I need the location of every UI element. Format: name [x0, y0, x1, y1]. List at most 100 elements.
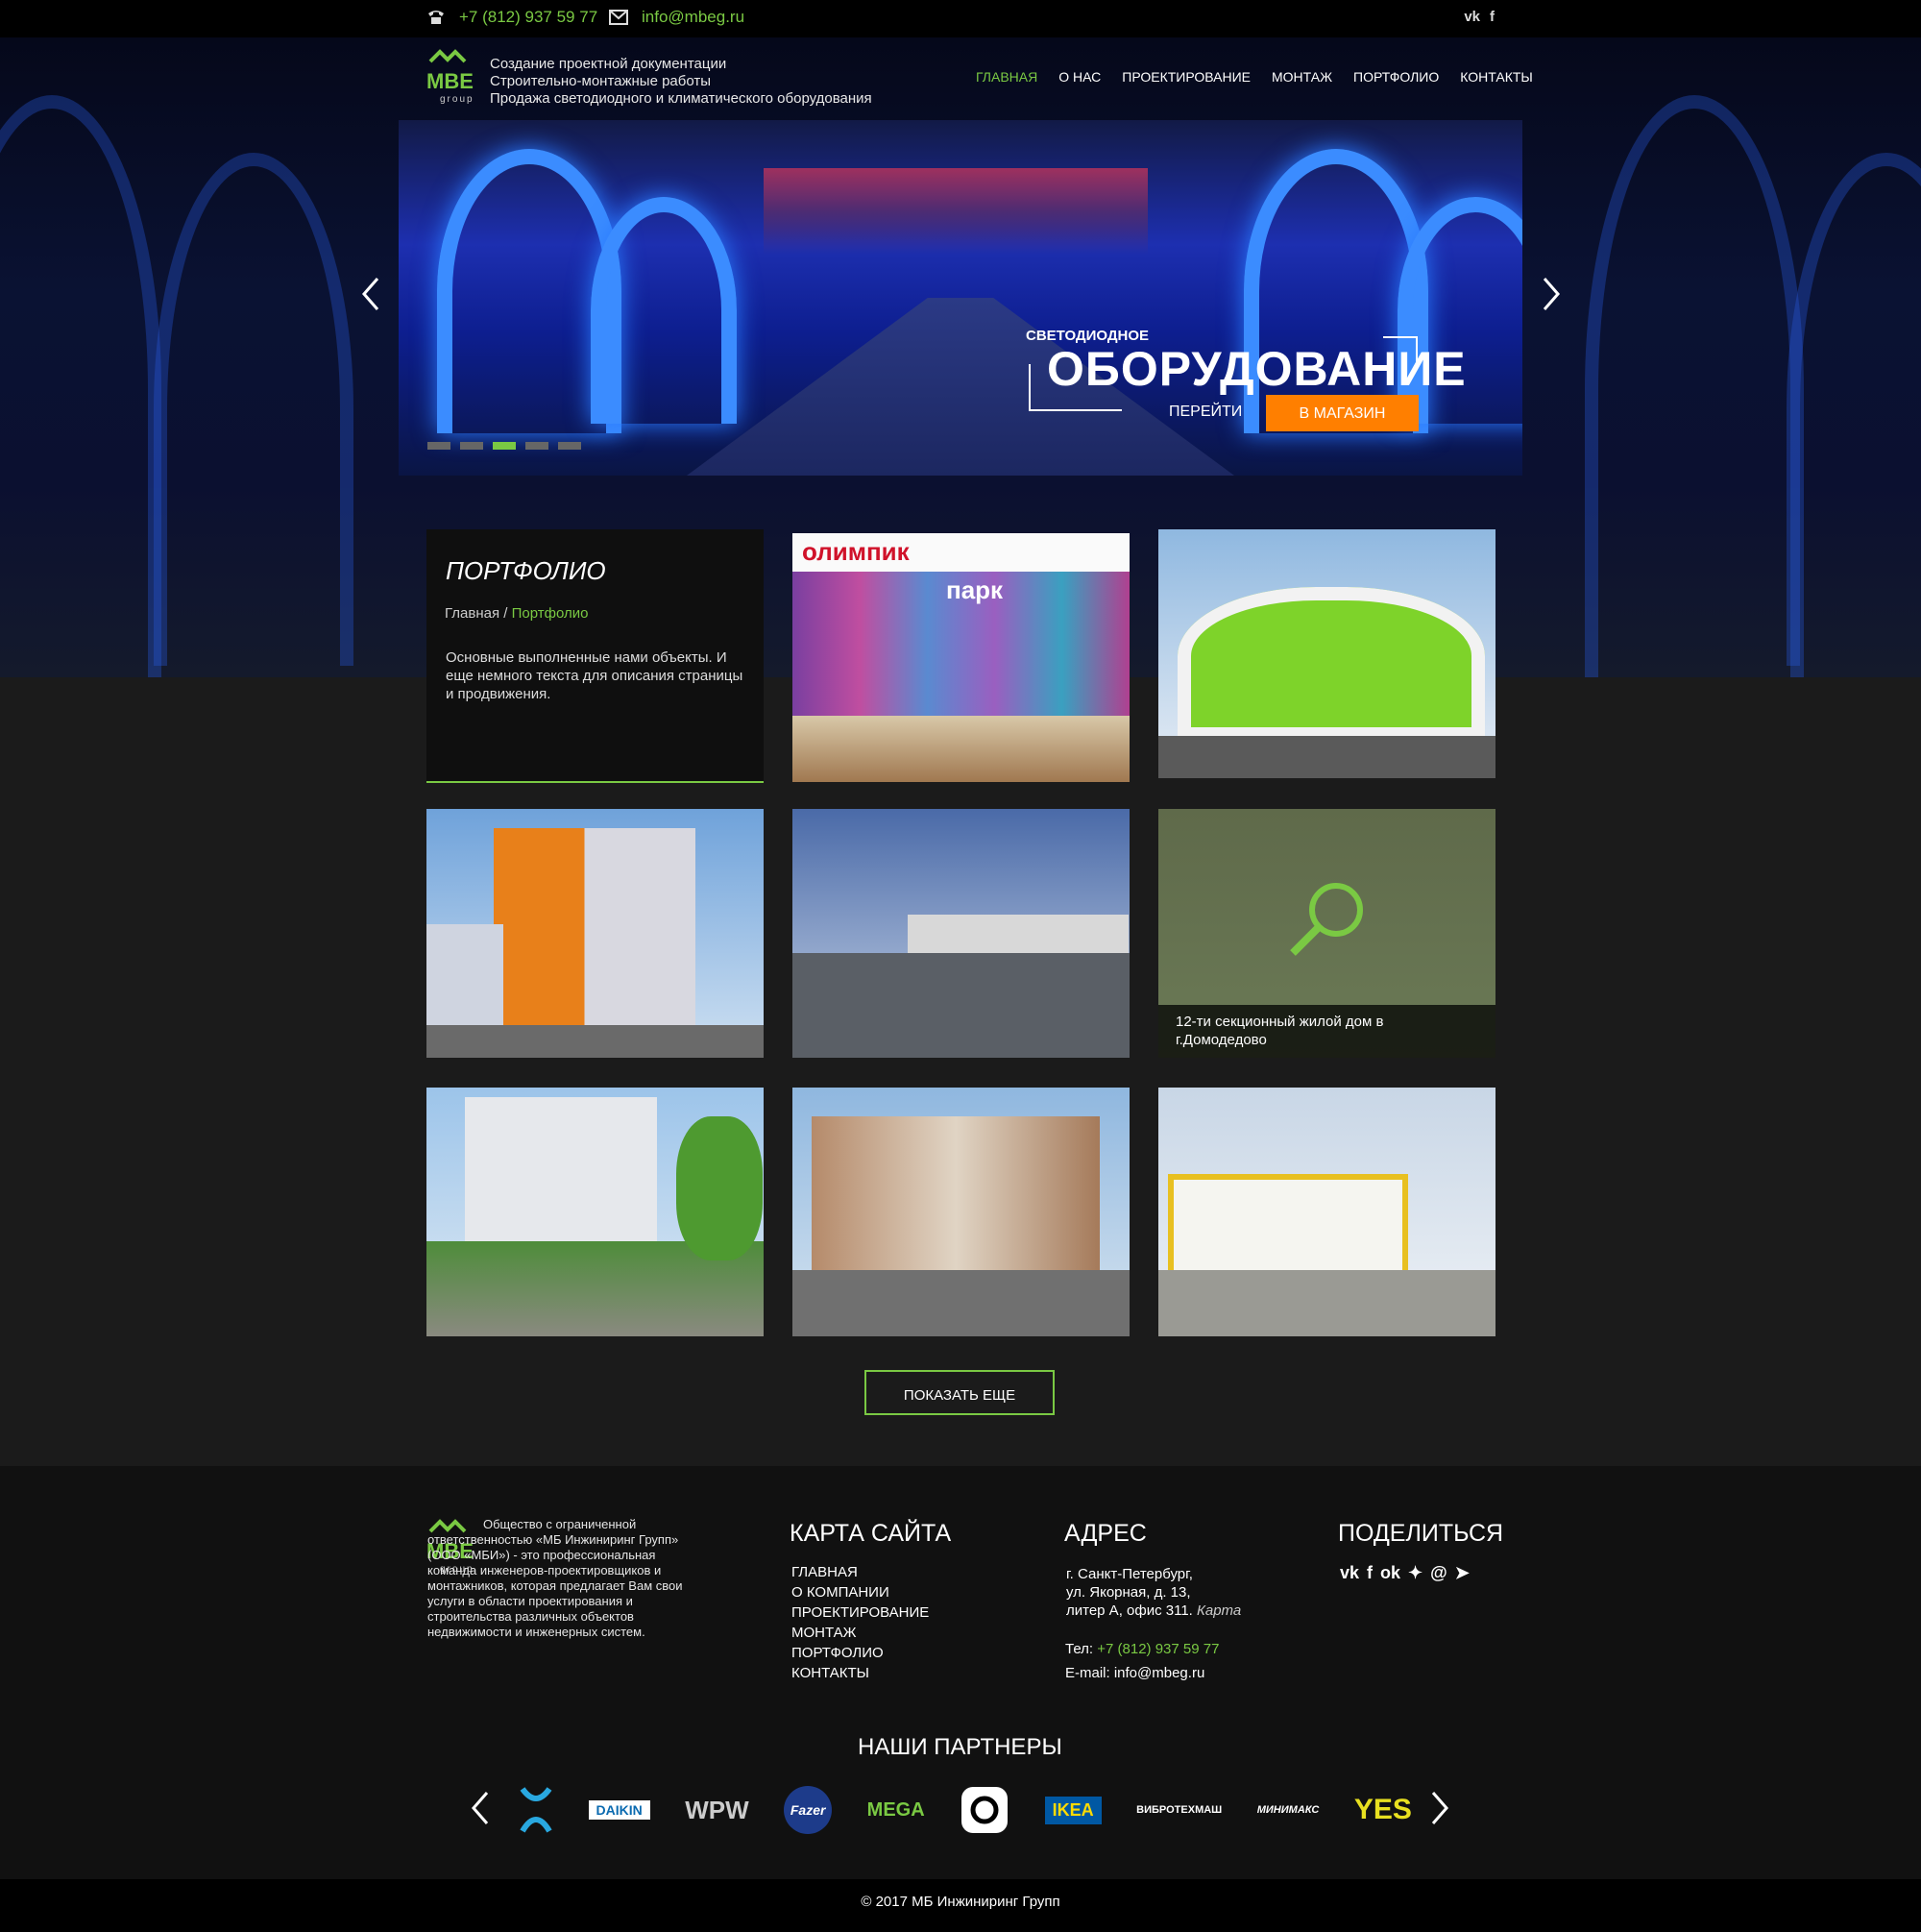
portfolio-tile[interactable] [1158, 529, 1495, 778]
share-icons: vk f ok ✦ @ ➤ [1340, 1563, 1470, 1583]
vk-icon[interactable]: vk [1464, 9, 1480, 25]
breadcrumb-separator: / [503, 605, 508, 622]
top-social: vk f [1464, 9, 1495, 25]
footer-about: Общество с ограниченной ответственностью… [427, 1517, 683, 1639]
email-label: E-mail: [1065, 1665, 1110, 1681]
slider-dot[interactable] [460, 442, 483, 450]
partners-prev-arrow[interactable] [470, 1791, 491, 1825]
partner-logo-icon[interactable] [519, 1785, 553, 1835]
phone-icon [428, 11, 444, 24]
partners-carousel: DAIKIN WPW Fazer MEGA IKEA ВИБРОТЕХМАШ М… [519, 1781, 1412, 1839]
portfolio-tile[interactable] [426, 809, 764, 1058]
sitemap-link[interactable]: ПРОЕКТИРОВАНИЕ [791, 1602, 929, 1623]
footer-email: E-mail: info@mbeg.ru [1065, 1665, 1204, 1681]
partner-logo[interactable]: DAIKIN [588, 1800, 650, 1820]
slider-dot-active[interactable] [493, 442, 516, 450]
company-tagline: Создание проектной документации Строител… [490, 56, 872, 108]
footer-phone: Тел: +7 (812) 937 59 77 [1065, 1641, 1219, 1657]
portfolio-tile[interactable]: 12-ти секционный жилой дом в г.Домодедов… [1158, 809, 1495, 1058]
company-logo[interactable]: MBE group [426, 48, 476, 106]
partners-heading: НАШИ ПАРТНЕРЫ [858, 1734, 1062, 1760]
magnifier-icon [1290, 883, 1363, 956]
tagline-line: Создание проектной документации [490, 56, 727, 72]
nav-contacts[interactable]: КОНТАКТЫ [1460, 69, 1533, 85]
slide-go-link[interactable]: ПЕРЕЙТИ [1169, 404, 1242, 421]
sitemap-heading: КАРТА САЙТА [790, 1520, 952, 1547]
nav-home[interactable]: ГЛАВНАЯ [976, 69, 1037, 85]
copyright-text: © 2017 МБ Инжиниринг Групп [861, 1894, 1060, 1910]
slider-prev-arrow[interactable] [360, 277, 381, 311]
twitter-icon[interactable]: ✦ [1408, 1563, 1423, 1583]
breadcrumb-current: Портфолио [511, 605, 589, 622]
page-title: ПОРТФОЛИО [446, 556, 606, 585]
address-line: ул. Якорная, д. 13, [1066, 1584, 1191, 1601]
slider-dot[interactable] [525, 442, 548, 450]
portfolio-tile[interactable] [792, 809, 1130, 1058]
partner-logo[interactable]: YES [1354, 1794, 1412, 1826]
address-heading: АДРЕС [1064, 1520, 1147, 1547]
breadcrumb-home[interactable]: Главная [445, 605, 499, 622]
mail-icon[interactable]: @ [1430, 1563, 1447, 1583]
address-block: г. Санкт-Петербург, ул. Якорная, д. 13, … [1066, 1565, 1241, 1620]
slider-dots [427, 442, 581, 450]
sitemap-link[interactable]: ПОРТФОЛИО [791, 1643, 929, 1663]
partner-logo[interactable]: MEGA [867, 1799, 925, 1822]
envelope-icon [609, 10, 628, 25]
slider-next-arrow[interactable] [1541, 277, 1562, 311]
slide-title: ОБОРУДОВАНИЕ [1047, 342, 1467, 396]
tagline-line: Продажа светодиодного и климатического о… [490, 90, 872, 107]
tile-caption: 12-ти секционный жилой дом в г.Домодедов… [1158, 1005, 1495, 1058]
svg-text:MBE: MBE [426, 69, 474, 93]
instagram-icon[interactable] [960, 1785, 1009, 1835]
partners-next-arrow[interactable] [1429, 1791, 1450, 1825]
partner-logo[interactable]: ВИБРОТЕХМАШ [1136, 1804, 1222, 1816]
vk-icon[interactable]: vk [1340, 1563, 1359, 1583]
share-heading: ПОДЕЛИТЬСЯ [1338, 1520, 1504, 1547]
sitemap-link[interactable]: МОНТАЖ [791, 1623, 929, 1643]
tel-label: Тел: [1065, 1641, 1094, 1657]
sitemap-link[interactable]: КОНТАКТЫ [791, 1663, 929, 1683]
pin-icon[interactable]: ➤ [1455, 1563, 1470, 1583]
tagline-line: Строительно-монтажные работы [490, 73, 712, 89]
partner-logo[interactable]: WPW [685, 1796, 748, 1825]
nav-portfolio[interactable]: ПОРТФОЛИО [1353, 69, 1439, 85]
partner-logo[interactable]: МИНИМАКС [1257, 1804, 1320, 1816]
odnoklassniki-icon[interactable]: ok [1380, 1563, 1400, 1583]
tile1-sign-text: парк [946, 575, 1004, 604]
partner-logo[interactable]: IKEA [1044, 1796, 1102, 1824]
main-nav: ГЛАВНАЯ О НАС ПРОЕКТИРОВАНИЕ МОНТАЖ ПОРТ… [976, 69, 1533, 85]
email-contact[interactable]: info@mbeg.ru [609, 8, 744, 27]
portfolio-tile[interactable]: олимпик парк [792, 533, 1130, 782]
tile-caption-text: 12-ти секционный жилой дом в г.Домодедов… [1176, 1014, 1384, 1048]
sitemap-list: ГЛАВНАЯ О КОМПАНИИ ПРОЕКТИРОВАНИЕ МОНТАЖ… [791, 1562, 929, 1683]
portfolio-tile[interactable] [1158, 1088, 1495, 1336]
facebook-icon[interactable]: f [1367, 1563, 1373, 1583]
portfolio-intro: ПОРТФОЛИО Главная / Портфолио Основные в… [426, 529, 764, 783]
show-more-button[interactable]: ПОКАЗАТЬ ЕЩЕ [864, 1370, 1055, 1415]
portfolio-tile[interactable] [426, 1088, 764, 1336]
facebook-icon[interactable]: f [1490, 9, 1495, 25]
nav-installation[interactable]: МОНТАЖ [1272, 69, 1332, 85]
map-link[interactable]: Карта [1197, 1602, 1241, 1619]
email-address[interactable]: info@mbeg.ru [642, 8, 744, 27]
svg-text:group: group [440, 94, 474, 105]
tel-value[interactable]: +7 (812) 937 59 77 [1097, 1641, 1219, 1657]
nav-design[interactable]: ПРОЕКТИРОВАНИЕ [1122, 69, 1251, 85]
email-value[interactable]: info@mbeg.ru [1114, 1665, 1204, 1681]
sitemap-link[interactable]: ГЛАВНАЯ [791, 1562, 929, 1582]
tile1-sign-text: олимпик [802, 537, 910, 566]
top-bar: +7 (812) 937 59 77 info@mbeg.ru vk f [0, 0, 1921, 37]
slider-dot[interactable] [558, 442, 581, 450]
address-line: литер А, офис 311. [1066, 1602, 1193, 1619]
shop-button[interactable]: В МАГАЗИН [1266, 395, 1419, 431]
breadcrumb: Главная / Портфолио [445, 605, 588, 622]
partner-logo[interactable]: Fazer [784, 1786, 833, 1834]
slider-dot[interactable] [427, 442, 450, 450]
phone-number[interactable]: +7 (812) 937 59 77 [459, 8, 597, 27]
nav-about[interactable]: О НАС [1058, 69, 1101, 85]
phone-contact[interactable]: +7 (812) 937 59 77 [426, 8, 597, 27]
sitemap-link[interactable]: О КОМПАНИИ [791, 1582, 929, 1602]
portfolio-description: Основные выполненные нами объекты. И еще… [446, 649, 743, 702]
address-line: г. Санкт-Петербург, [1066, 1566, 1193, 1582]
portfolio-tile[interactable] [792, 1088, 1130, 1336]
